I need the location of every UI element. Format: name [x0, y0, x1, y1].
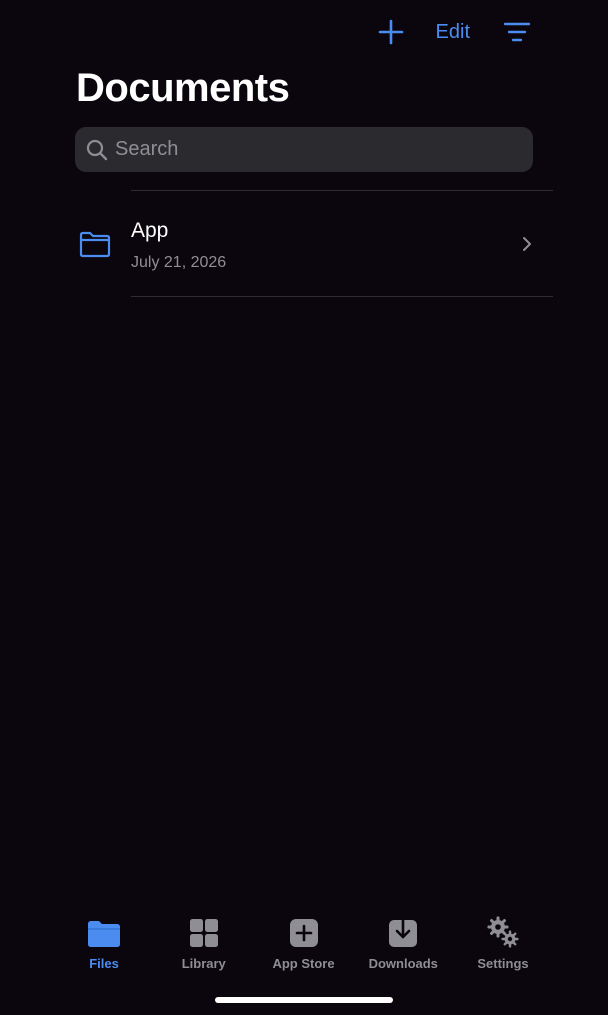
plus-icon [378, 19, 403, 45]
tab-downloads[interactable]: Downloads [354, 915, 452, 975]
page-title: Documents [76, 66, 290, 110]
tab-label: Settings [477, 956, 529, 971]
search-input[interactable] [115, 138, 495, 161]
home-indicator[interactable] [215, 997, 393, 1003]
grid-icon [189, 919, 218, 947]
list-item-folder-app[interactable]: App July 21, 2026 [60, 191, 560, 296]
tab-label: Files [89, 956, 119, 971]
file-name: App [131, 219, 169, 242]
magnifying-glass-icon [86, 139, 108, 160]
edit-button[interactable]: Edit [436, 21, 470, 44]
folder-icon [79, 231, 111, 258]
tab-library[interactable]: Library [155, 915, 253, 975]
add-button[interactable] [376, 17, 406, 47]
chevron-right-icon [523, 237, 531, 251]
plus-square-icon [289, 919, 318, 947]
tab-app-store[interactable]: App Store [255, 915, 353, 975]
tab-bar: Files Library App Store Downloads Settin… [55, 915, 552, 975]
tab-label: Library [181, 956, 226, 971]
download-tray-icon [389, 915, 418, 947]
tab-files[interactable]: Files [55, 915, 153, 975]
tab-settings[interactable]: Settings [454, 915, 552, 975]
file-date: July 21, 2026 [131, 254, 227, 271]
sort-button[interactable] [502, 17, 532, 47]
tab-label: App Store [272, 956, 335, 971]
sort-lines-icon [503, 22, 531, 42]
search-bar[interactable] [75, 127, 533, 172]
list-divider [131, 296, 553, 297]
gears-icon [487, 916, 519, 948]
tab-label: Downloads [368, 956, 438, 971]
folder-filled-icon [88, 921, 120, 947]
top-toolbar: Edit [376, 14, 532, 50]
